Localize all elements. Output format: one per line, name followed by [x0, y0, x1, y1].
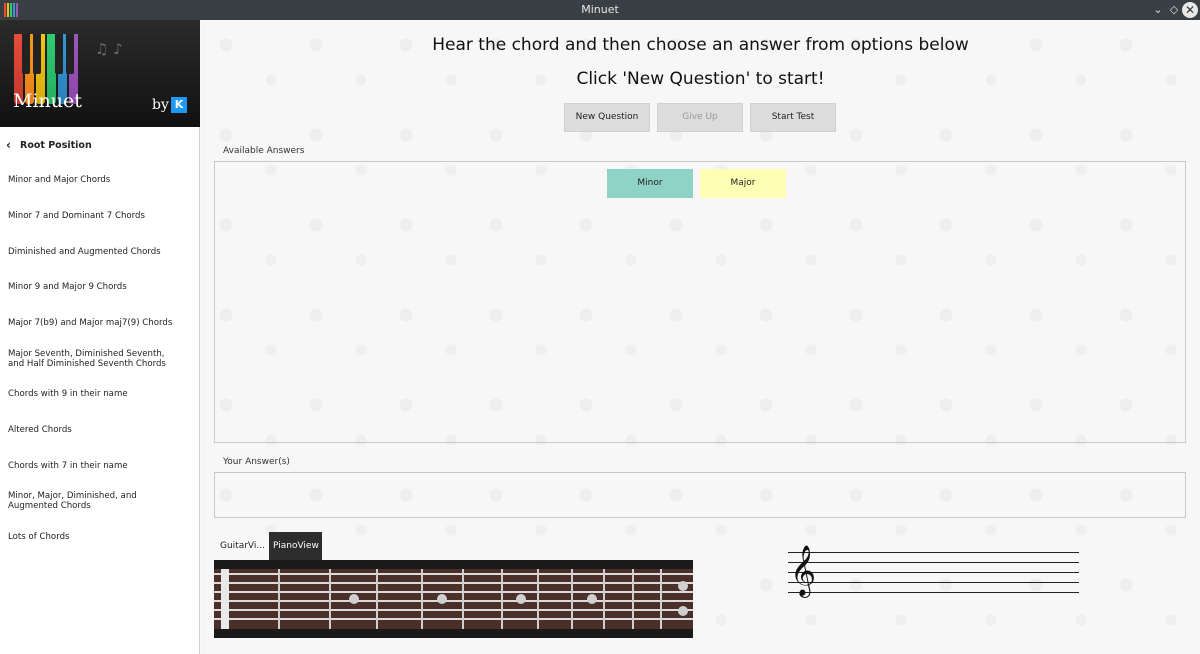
sidebar-item-major-seventh[interactable]: Major Seventh, Diminished Seventh, and H…	[0, 349, 180, 369]
available-answers-label: Available Answers	[223, 146, 305, 156]
fret-marker-icon	[678, 581, 688, 591]
main-area: Hear the chord and then choose an answer…	[201, 20, 1200, 654]
fret-marker-icon	[587, 594, 597, 604]
new-question-button[interactable]: New Question	[564, 103, 650, 132]
logo-by: by	[152, 97, 169, 113]
kde-logo-icon: K	[171, 97, 187, 113]
your-answers-label: Your Answer(s)	[223, 457, 290, 467]
chevron-left-icon: ‹	[6, 138, 11, 152]
back-label: Root Position	[20, 139, 92, 151]
music-staff: 𝄞	[788, 546, 1079, 600]
start-test-button[interactable]: Start Test	[750, 103, 836, 132]
sidebar-item-minor7-dominant7[interactable]: Minor 7 and Dominant 7 Chords	[0, 211, 199, 221]
sidebar: ♫ ♪ Minuet by K ‹ Root Position Minor an…	[0, 20, 200, 654]
sidebar-item-minor-major[interactable]: Minor and Major Chords	[0, 175, 199, 185]
sidebar-item-minor9-major9[interactable]: Minor 9 and Major 9 Chords	[0, 282, 199, 292]
tab-guitar-view[interactable]: GuitarVi...	[216, 532, 268, 560]
fret-marker-icon	[349, 594, 359, 604]
music-notes-icon: ♫ ♪	[95, 40, 123, 58]
minuet-logo: ♫ ♪ Minuet by K	[0, 20, 200, 127]
sidebar-item-minor-major-dim-aug[interactable]: Minor, Major, Diminished, and Augmented …	[0, 491, 150, 511]
minimize-icon[interactable]: ⌄	[1150, 2, 1166, 18]
sidebar-item-lots[interactable]: Lots of Chords	[0, 532, 199, 542]
fret-marker-icon	[516, 594, 526, 604]
answer-minor-button[interactable]: Minor	[607, 169, 693, 198]
fret-marker-icon	[437, 594, 447, 604]
guitar-fretboard[interactable]	[214, 560, 693, 638]
window-title: Minuet	[581, 3, 619, 16]
instruction-text: Hear the chord and then choose an answer…	[432, 35, 969, 55]
fret-marker-icon	[678, 606, 688, 616]
logo-name: Minuet	[13, 90, 82, 112]
maximize-icon[interactable]: ◇	[1166, 2, 1182, 18]
prompt-text: Click 'New Question' to start!	[576, 69, 825, 89]
sidebar-item-altered[interactable]: Altered Chords	[0, 425, 199, 435]
your-answers-panel	[214, 472, 1186, 518]
give-up-button[interactable]: Give Up	[657, 103, 743, 132]
sidebar-item-major7b9[interactable]: Major 7(b9) and Major maj7(9) Chords	[0, 318, 199, 328]
close-icon[interactable]: ✕	[1182, 2, 1198, 18]
back-root-position[interactable]: ‹ Root Position	[0, 127, 199, 163]
available-answers-panel	[214, 161, 1186, 443]
sidebar-item-chords-9[interactable]: Chords with 9 in their name	[0, 389, 199, 399]
tab-piano-view[interactable]: PianoView	[269, 532, 322, 560]
window-titlebar: Minuet ⌄ ◇ ✕	[0, 0, 1200, 20]
treble-clef-icon: 𝄞	[790, 545, 817, 596]
sidebar-item-diminished-augmented[interactable]: Diminished and Augmented Chords	[0, 247, 199, 257]
answer-major-button[interactable]: Major	[700, 169, 786, 198]
sidebar-item-chords-7[interactable]: Chords with 7 in their name	[0, 461, 199, 471]
